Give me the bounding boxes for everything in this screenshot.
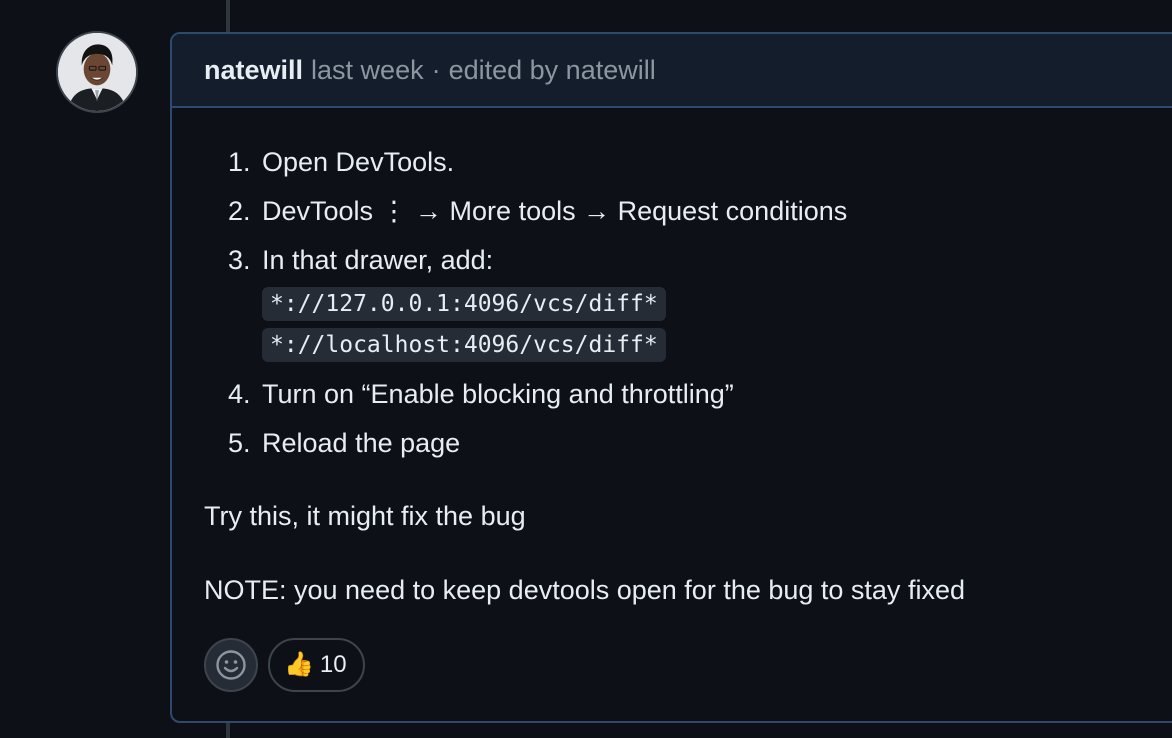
- edited-indicator[interactable]: edited by natewill: [449, 55, 656, 86]
- code-url-1: *://127.0.0.1:4096/vcs/diff*: [262, 287, 666, 321]
- timestamp[interactable]: last week: [311, 55, 424, 86]
- paragraph-try-this: Try this, it might fix the bug: [204, 501, 526, 531]
- steps-list: 1. Open DevTools. 2. DevTools ⋮ → More t…: [228, 146, 847, 476]
- reactions-bar: 👍 10: [204, 638, 365, 692]
- list-item: 2. DevTools ⋮ → More tools → Request con…: [228, 196, 848, 226]
- code-block: *://127.0.0.1:4096/vcs/diff* *://localho…: [262, 286, 666, 368]
- code-url-2: *://localhost:4096/vcs/diff*: [262, 328, 666, 362]
- list-item: 1. Open DevTools.: [228, 147, 455, 177]
- comment-header: natewill last week · edited by natewill: [172, 34, 1172, 108]
- add-reaction-button[interactable]: [204, 638, 258, 692]
- paragraph-note: NOTE: you need to keep devtools open for…: [204, 575, 965, 605]
- thumbs-up-icon: 👍: [284, 651, 314, 678]
- list-item-text: Reload the page: [262, 428, 461, 458]
- avatar-image: [58, 33, 136, 111]
- reaction-count: 10: [319, 651, 347, 678]
- list-item: 3. In that drawer, add: *://127.0.0.1:40…: [228, 244, 847, 368]
- comment-card: natewill last week · edited by natewill …: [170, 32, 1172, 723]
- smiley-icon: [216, 650, 246, 680]
- avatar[interactable]: [56, 31, 138, 113]
- list-item-text: DevTools ⋮ → More tools → Request condit…: [262, 196, 848, 226]
- list-item-text: Open DevTools.: [262, 147, 455, 177]
- list-item-text: Turn on “Enable blocking and throttling”: [262, 379, 734, 409]
- author-link[interactable]: natewill: [204, 55, 303, 86]
- list-item: 4. Turn on “Enable blocking and throttli…: [228, 379, 734, 409]
- list-item: 5. Reload the page: [228, 428, 461, 458]
- thumbs-up-reaction[interactable]: 👍 10: [268, 638, 365, 692]
- separator: ·: [431, 54, 441, 85]
- list-item-text: In that drawer, add:: [262, 245, 494, 275]
